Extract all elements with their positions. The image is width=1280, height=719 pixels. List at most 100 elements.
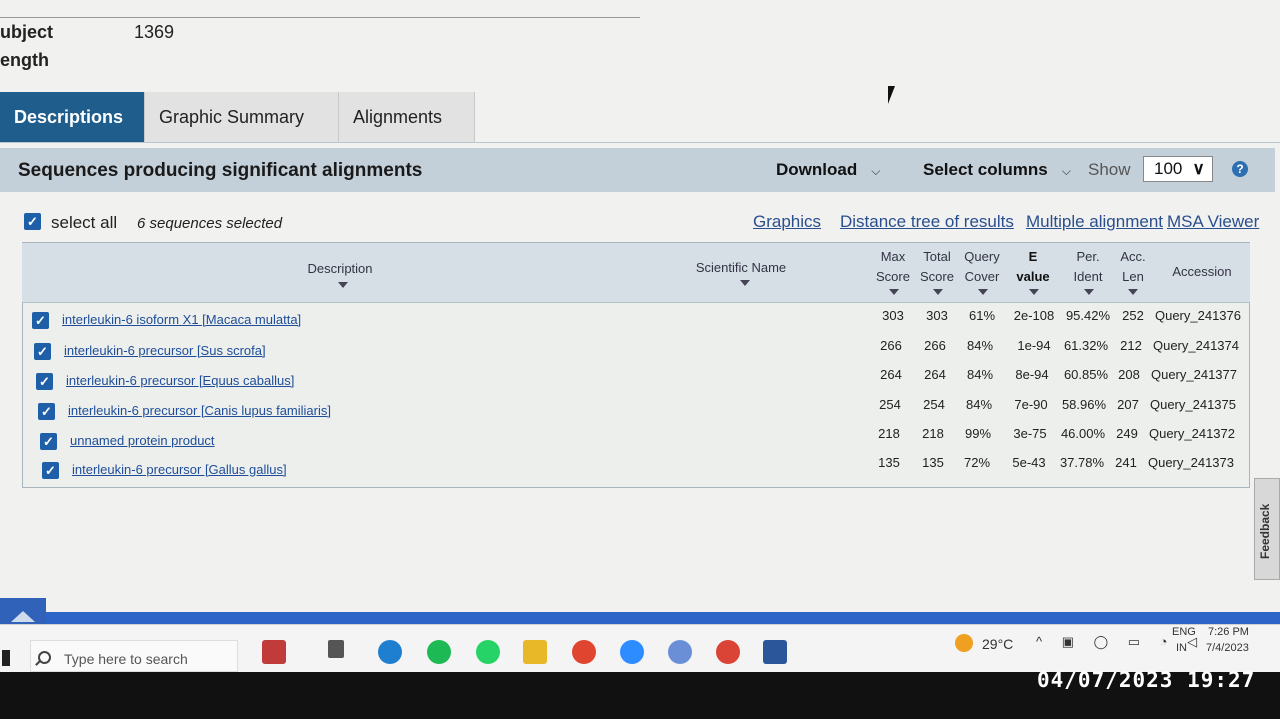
row-checkbox[interactable]: ✓: [36, 373, 53, 390]
cell-acc-len: 252: [1122, 308, 1144, 323]
col-query-cover-line2: Cover: [964, 269, 1000, 284]
col-accession[interactable]: Accession: [1162, 262, 1242, 282]
cell-max-score: 303: [882, 308, 904, 323]
cell-accession: Query_241377: [1150, 367, 1237, 382]
top-divider: [0, 17, 640, 18]
sort-arrow-icon[interactable]: [1084, 289, 1094, 295]
section-title: Sequences producing significant alignmen…: [18, 160, 423, 181]
row-checkbox[interactable]: ✓: [38, 403, 55, 420]
col-total-score[interactable]: Total Score: [916, 247, 958, 287]
weather-icon[interactable]: [955, 634, 973, 652]
select-columns-label: Select columns: [923, 160, 1048, 179]
row-description-link[interactable]: interleukin-6 precursor [Equus caballus]: [66, 373, 294, 388]
zoom-icon[interactable]: [620, 640, 644, 664]
widgets-icon[interactable]: [262, 640, 286, 664]
sort-arrow-icon[interactable]: [740, 280, 750, 286]
row-checkbox[interactable]: ✓: [42, 462, 59, 479]
cell-e-value: 2e-108: [1013, 308, 1055, 323]
col-max-score[interactable]: Max Score: [872, 247, 914, 287]
row-checkbox[interactable]: ✓: [40, 433, 57, 450]
results-tabs: Descriptions Graphic Summary Alignments: [0, 92, 475, 142]
length-label: ength: [0, 50, 49, 70]
cell-max-score: 264: [880, 367, 902, 382]
region-label[interactable]: IN: [1176, 642, 1187, 654]
col-description[interactable]: Description: [290, 259, 390, 279]
row-description-link[interactable]: interleukin-6 isoform X1 [Macaca mulatta…: [62, 312, 301, 327]
app-icon[interactable]: [668, 640, 692, 664]
cell-acc-len: 207: [1117, 397, 1139, 412]
row-checkbox[interactable]: ✓: [34, 343, 51, 360]
help-icon[interactable]: ?: [1232, 161, 1248, 177]
msa-viewer-link[interactable]: MSA Viewer: [1167, 212, 1259, 232]
weather-temp[interactable]: 29°C: [982, 636, 1013, 652]
chevron-down-icon: ∨: [1192, 159, 1205, 178]
sort-arrow-icon[interactable]: [338, 282, 348, 288]
cell-per-ident: 60.85%: [1063, 367, 1109, 382]
download-label: Download: [776, 160, 858, 179]
file-explorer-icon[interactable]: [523, 640, 547, 664]
col-total-score-line2: Score: [920, 269, 954, 284]
col-per-ident[interactable]: Per. Ident: [1066, 247, 1110, 287]
chevron-down-icon: ⌵: [871, 164, 881, 178]
word-icon[interactable]: [763, 640, 787, 664]
row-description-link[interactable]: interleukin-6 precursor [Gallus gallus]: [72, 462, 287, 477]
cell-e-value: 7e-90: [1014, 397, 1048, 412]
sort-arrow-icon[interactable]: [978, 289, 988, 295]
col-scientific-name[interactable]: Scientific Name: [686, 258, 796, 278]
tab-graphic-summary[interactable]: Graphic Summary: [145, 92, 339, 142]
cell-max-score: 266: [880, 338, 902, 353]
start-menu-icon[interactable]: [2, 650, 10, 666]
col-query-cover[interactable]: Query Cover: [960, 247, 1004, 287]
graphics-link[interactable]: Graphics: [753, 212, 821, 232]
select-all-checkbox[interactable]: ✓: [24, 213, 41, 230]
edge-browser-icon[interactable]: [378, 640, 402, 664]
col-e-value-line1: E: [1028, 249, 1038, 264]
cell-per-ident: 95.42%: [1065, 308, 1111, 323]
sort-arrow-icon[interactable]: [1128, 289, 1138, 295]
row-description-link[interactable]: unnamed protein product: [70, 433, 215, 448]
show-count-select[interactable]: 100 ∨: [1143, 156, 1213, 182]
task-view-icon[interactable]: [328, 640, 344, 658]
col-e-value[interactable]: Evalue: [1008, 247, 1058, 287]
show-label: Show: [1088, 160, 1131, 179]
tab-alignments[interactable]: Alignments: [339, 92, 475, 142]
chrome-profile-icon[interactable]: [716, 640, 740, 664]
cell-accession: Query_241375: [1149, 397, 1236, 412]
chevron-down-icon: ⌵: [1061, 164, 1071, 178]
col-acc-len-line1: Acc.: [1120, 249, 1146, 264]
clock-date[interactable]: 7/4/2023: [1206, 642, 1249, 654]
col-acc-len[interactable]: Acc. Len: [1114, 247, 1152, 287]
cell-query-cover: 84%: [966, 338, 994, 353]
cell-accession: Query_241372: [1148, 426, 1235, 441]
cell-total-score: 218: [922, 426, 944, 441]
select-columns-menu[interactable]: Select columns ⌵: [923, 160, 1071, 180]
cell-query-cover: 84%: [965, 397, 993, 412]
tab-descriptions[interactable]: Descriptions: [0, 92, 145, 142]
download-menu[interactable]: Download ⌵: [776, 160, 880, 180]
cell-accession: Query_241373: [1147, 455, 1234, 470]
feedback-tab[interactable]: Feedback: [1254, 478, 1280, 580]
whatsapp-icon[interactable]: [476, 640, 500, 664]
multiple-alignment-link[interactable]: Multiple alignment: [1026, 212, 1163, 232]
cell-e-value: 3e-75: [1013, 426, 1047, 441]
spotify-icon[interactable]: [427, 640, 451, 664]
sort-arrow-icon[interactable]: [1029, 289, 1039, 295]
cell-total-score: 266: [924, 338, 946, 353]
distance-tree-link[interactable]: Distance tree of results: [840, 212, 1014, 232]
clock-time[interactable]: 7:26 PM: [1208, 626, 1249, 638]
row-description-link[interactable]: interleukin-6 precursor [Sus scrofa]: [64, 343, 266, 358]
chrome-icon[interactable]: [572, 640, 596, 664]
language-label[interactable]: ENG: [1172, 626, 1196, 638]
row-checkbox[interactable]: ✓: [32, 312, 49, 329]
sort-arrow-icon[interactable]: [889, 289, 899, 295]
sort-arrow-icon[interactable]: [933, 289, 943, 295]
search-icon: [38, 651, 51, 664]
cell-e-value: 8e-94: [1015, 367, 1049, 382]
cell-query-cover: 72%: [963, 455, 991, 470]
select-all-label[interactable]: select all: [51, 213, 117, 233]
cell-query-cover: 99%: [964, 426, 992, 441]
row-description-link[interactable]: interleukin-6 precursor [Canis lupus fam…: [68, 403, 331, 418]
browser-screen: ubject 1369 ength Descriptions Graphic S…: [0, 0, 1280, 672]
page-footer-strip: [0, 612, 1280, 624]
cell-acc-len: 208: [1118, 367, 1140, 382]
